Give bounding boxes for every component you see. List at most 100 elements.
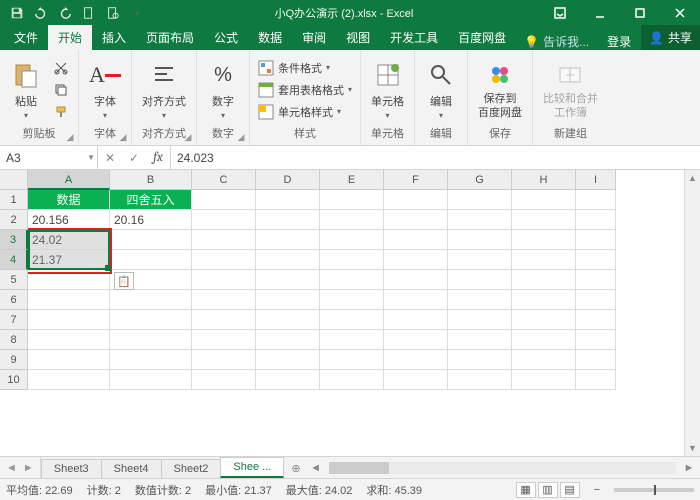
cell-C2[interactable] xyxy=(192,210,256,230)
col-header-D[interactable]: D xyxy=(256,170,320,190)
undo-icon[interactable] xyxy=(30,2,52,24)
cell-H2[interactable] xyxy=(512,210,576,230)
cell-I7[interactable] xyxy=(576,310,616,330)
sheet-nav[interactable]: ◄► xyxy=(0,457,41,478)
col-header-B[interactable]: B xyxy=(110,170,192,190)
sheet-tab-sheet3[interactable]: Sheet3 xyxy=(41,459,102,478)
hscroll-left-icon[interactable]: ◄ xyxy=(309,462,323,474)
cell-E8[interactable] xyxy=(320,330,384,350)
view-layout-icon[interactable]: ▥ xyxy=(538,482,558,498)
cell-C3[interactable] xyxy=(192,230,256,250)
cancel-formula-icon[interactable]: ✕ xyxy=(98,151,122,165)
grid[interactable]: ABCDEFGHI 12345678910 📋 数据四舍五入20.15620.1… xyxy=(0,170,700,456)
cell-F6[interactable] xyxy=(384,290,448,310)
scroll-up-icon[interactable]: ▲ xyxy=(685,170,700,186)
cell-E10[interactable] xyxy=(320,370,384,390)
row-header-1[interactable]: 1 xyxy=(0,190,28,210)
cell-H6[interactable] xyxy=(512,290,576,310)
cell-I1[interactable] xyxy=(576,190,616,210)
cell-C4[interactable] xyxy=(192,250,256,270)
tab-baidu[interactable]: 百度网盘 xyxy=(448,25,516,50)
editing-button[interactable]: 编辑▾ xyxy=(421,57,461,122)
sheet-tab-sheet4[interactable]: Sheet4 xyxy=(101,459,162,478)
cell-H4[interactable] xyxy=(512,250,576,270)
cell-F2[interactable] xyxy=(384,210,448,230)
sheet-tab-sheet2[interactable]: Sheet2 xyxy=(161,459,222,478)
cell-I2[interactable] xyxy=(576,210,616,230)
tab-insert[interactable]: 插入 xyxy=(92,25,136,50)
cell-A6[interactable] xyxy=(28,290,110,310)
font-launcher-icon[interactable]: ◢ xyxy=(117,131,129,143)
cell-A1[interactable]: 数据 xyxy=(28,190,110,210)
cell-F3[interactable] xyxy=(384,230,448,250)
cell-F10[interactable] xyxy=(384,370,448,390)
qat-dropdown-icon[interactable]: ▾ xyxy=(126,2,148,24)
fx-icon[interactable]: fx xyxy=(146,150,170,165)
cell-F5[interactable] xyxy=(384,270,448,290)
cell-B6[interactable] xyxy=(110,290,192,310)
sheet-tab-active[interactable]: Shee ... xyxy=(220,457,284,478)
row-header-8[interactable]: 8 xyxy=(0,330,28,350)
cell-I6[interactable] xyxy=(576,290,616,310)
cell-E6[interactable] xyxy=(320,290,384,310)
row-header-7[interactable]: 7 xyxy=(0,310,28,330)
cell-F9[interactable] xyxy=(384,350,448,370)
chevron-down-icon[interactable]: ▼ xyxy=(87,153,95,162)
cell-G1[interactable] xyxy=(448,190,512,210)
cells-area[interactable]: 📋 数据四舍五入20.15620.1624.0221.37 xyxy=(28,190,684,456)
cell-D9[interactable] xyxy=(256,350,320,370)
maximize-icon[interactable] xyxy=(620,0,660,26)
tab-layout[interactable]: 页面布局 xyxy=(136,25,204,50)
cell-D7[interactable] xyxy=(256,310,320,330)
add-sheet-icon[interactable]: ⊕ xyxy=(283,459,308,478)
cell-I9[interactable] xyxy=(576,350,616,370)
cell-D5[interactable] xyxy=(256,270,320,290)
vertical-scrollbar[interactable]: ▲ ▼ xyxy=(684,170,700,456)
cell-A4[interactable]: 21.37 xyxy=(28,250,110,270)
print-preview-icon[interactable] xyxy=(102,2,124,24)
cell-A10[interactable] xyxy=(28,370,110,390)
name-box[interactable]: A3▼ xyxy=(0,146,98,169)
tab-home[interactable]: 开始 xyxy=(48,25,92,50)
new-icon[interactable] xyxy=(78,2,100,24)
cell-B3[interactable] xyxy=(110,230,192,250)
sign-in[interactable]: 登录 xyxy=(597,33,641,50)
cell-F8[interactable] xyxy=(384,330,448,350)
cell-B7[interactable] xyxy=(110,310,192,330)
cut-icon[interactable] xyxy=(50,58,72,78)
col-header-C[interactable]: C xyxy=(192,170,256,190)
hscroll-right-icon[interactable]: ► xyxy=(682,462,696,474)
row-header-5[interactable]: 5 xyxy=(0,270,28,290)
cell-G2[interactable] xyxy=(448,210,512,230)
baidu-save-button[interactable]: 保存到 百度网盘 xyxy=(474,57,526,121)
sheet-next-icon[interactable]: ► xyxy=(23,462,34,474)
cell-A7[interactable] xyxy=(28,310,110,330)
zoom-out-icon[interactable]: − xyxy=(594,484,600,496)
clipboard-launcher-icon[interactable]: ◢ xyxy=(64,131,76,143)
cell-I8[interactable] xyxy=(576,330,616,350)
tell-me[interactable]: 💡告诉我... xyxy=(516,33,597,50)
cell-D4[interactable] xyxy=(256,250,320,270)
cell-D1[interactable] xyxy=(256,190,320,210)
cell-B4[interactable] xyxy=(110,250,192,270)
row-header-3[interactable]: 3 xyxy=(0,230,28,250)
tab-review[interactable]: 审阅 xyxy=(292,25,336,50)
share-button[interactable]: 👤共享 xyxy=(641,25,700,50)
cell-I3[interactable] xyxy=(576,230,616,250)
minimize-icon[interactable] xyxy=(580,0,620,26)
cell-B1[interactable]: 四舍五入 xyxy=(110,190,192,210)
view-normal-icon[interactable]: ▦ xyxy=(516,482,536,498)
ribbon-options-icon[interactable] xyxy=(540,0,580,26)
cell-A5[interactable] xyxy=(28,270,110,290)
format-painter-icon[interactable] xyxy=(50,102,72,122)
cell-E5[interactable] xyxy=(320,270,384,290)
cell-F4[interactable] xyxy=(384,250,448,270)
cell-B2[interactable]: 20.16 xyxy=(110,210,192,230)
copy-icon[interactable] xyxy=(50,80,72,100)
cell-H1[interactable] xyxy=(512,190,576,210)
cell-G10[interactable] xyxy=(448,370,512,390)
cell-F7[interactable] xyxy=(384,310,448,330)
cell-G6[interactable] xyxy=(448,290,512,310)
save-icon[interactable] xyxy=(6,2,28,24)
tab-file[interactable]: 文件 xyxy=(4,25,48,50)
